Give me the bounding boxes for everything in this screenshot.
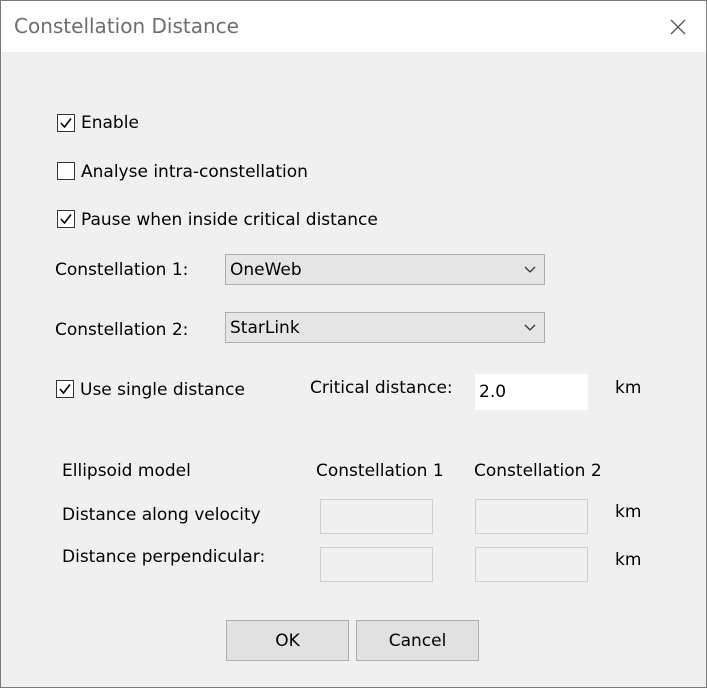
distance-perpendicular-label: Distance perpendicular: <box>62 547 266 567</box>
title-bar: Constellation Distance <box>1 1 706 52</box>
along-velocity-c2-input <box>475 499 588 534</box>
close-button[interactable] <box>663 13 693 41</box>
analyse-intra-label[interactable]: Analyse intra-constellation <box>81 162 308 182</box>
ellipsoid-col2-header: Constellation 2 <box>474 461 602 481</box>
constellation2-label: Constellation 2: <box>55 320 189 340</box>
constellation1-label: Constellation 1: <box>55 260 189 280</box>
analyse-intra-checkbox[interactable] <box>57 162 75 180</box>
constellation-distance-dialog: Constellation Distance Enable Analyse in… <box>0 0 707 688</box>
constellation1-select[interactable]: OneWeb <box>225 254 545 285</box>
single-distance-label[interactable]: Use single distance <box>80 380 245 400</box>
critical-distance-unit: km <box>615 378 642 398</box>
enable-checkbox[interactable] <box>57 114 75 132</box>
window-title: Constellation Distance <box>14 14 239 38</box>
chevron-down-icon <box>524 266 536 273</box>
pause-inside-label[interactable]: Pause when inside critical distance <box>81 210 378 230</box>
ellipsoid-col1-header: Constellation 1 <box>316 461 444 481</box>
single-distance-checkbox[interactable] <box>56 380 74 398</box>
distance-along-velocity-label: Distance along velocity <box>62 505 261 525</box>
along-velocity-unit: km <box>615 502 642 522</box>
along-velocity-c1-input <box>320 499 433 534</box>
ok-button[interactable]: OK <box>226 620 349 661</box>
close-icon <box>670 19 686 35</box>
enable-label[interactable]: Enable <box>81 113 139 133</box>
perpendicular-c2-input <box>475 547 588 582</box>
chevron-down-icon <box>524 324 536 331</box>
ellipsoid-model-label: Ellipsoid model <box>62 461 191 481</box>
critical-distance-label: Critical distance: <box>310 378 453 398</box>
critical-distance-input[interactable] <box>475 374 588 410</box>
pause-inside-checkbox[interactable] <box>57 210 75 228</box>
constellation1-value: OneWeb <box>230 260 302 280</box>
cancel-button[interactable]: Cancel <box>356 620 479 661</box>
perpendicular-c1-input <box>320 547 433 582</box>
check-icon <box>60 118 72 129</box>
constellation2-value: StarLink <box>230 318 300 338</box>
constellation2-select[interactable]: StarLink <box>225 312 545 343</box>
perpendicular-unit: km <box>615 550 642 570</box>
check-icon <box>59 384 71 395</box>
check-icon <box>60 214 72 225</box>
